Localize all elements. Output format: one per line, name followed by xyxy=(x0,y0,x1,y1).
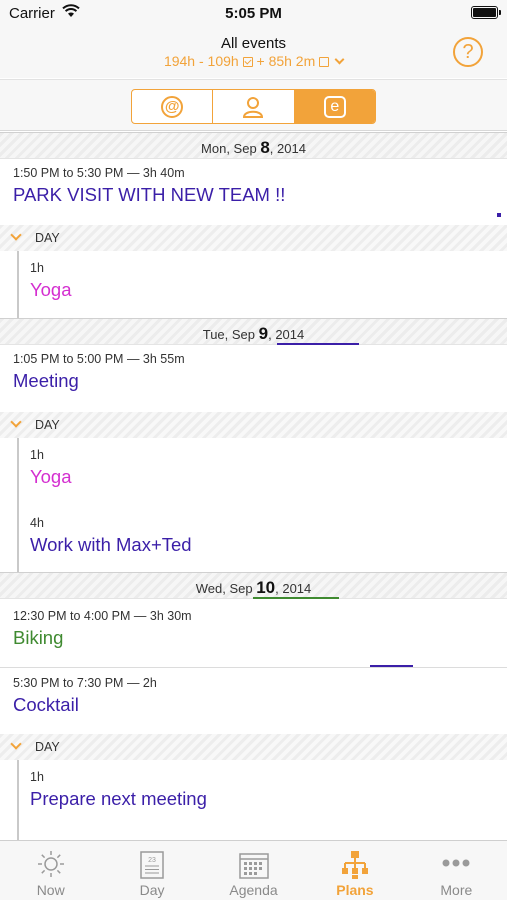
chevron-down-icon xyxy=(10,229,22,241)
nav-header: All events 194h - 109h + 85h 2m ? xyxy=(0,28,507,78)
segment-at[interactable]: @ xyxy=(132,90,214,123)
day-band[interactable]: DAY xyxy=(0,734,507,760)
segment-events[interactable]: e xyxy=(294,90,375,123)
date-day: 9 xyxy=(258,324,269,343)
item-duration: 1h xyxy=(30,448,44,462)
event-time: 1:05 PM to 5:00 PM — 3h 55m xyxy=(13,352,185,366)
tab-agenda[interactable]: Agenda xyxy=(203,841,304,900)
event-time: 5:30 PM to 7:30 PM — 2h xyxy=(13,676,157,690)
tab-day[interactable]: 23 Day xyxy=(101,841,202,900)
tab-bar: Now 23 Day Agenda Plans More xyxy=(0,840,507,900)
help-icon[interactable]: ? xyxy=(453,37,483,67)
tab-now[interactable]: Now xyxy=(0,841,101,900)
tab-more[interactable]: More xyxy=(406,841,507,900)
day-label: DAY xyxy=(35,231,60,245)
day-label: DAY xyxy=(35,740,60,754)
event-row[interactable]: 5:30 PM to 7:30 PM — 2h Cocktail xyxy=(0,668,507,730)
total-hours: 194h xyxy=(163,53,196,69)
event-title: Cocktail xyxy=(13,694,79,715)
person-icon xyxy=(243,96,264,118)
calendar-grid-icon xyxy=(238,853,269,879)
tab-label: Day xyxy=(139,882,165,898)
day-band[interactable]: DAY xyxy=(0,225,507,251)
item-title[interactable]: Yoga xyxy=(30,279,72,301)
tab-label: Agenda xyxy=(229,882,278,898)
date-header: Tue, Sep 9, 2014 xyxy=(0,318,507,345)
day-items: 1h Yoga xyxy=(0,251,507,318)
day-rail xyxy=(17,251,19,318)
date-day: 8 xyxy=(260,138,270,157)
event-list[interactable]: Mon, Sep 8, 2014 1:50 PM to 5:30 PM — 3h… xyxy=(0,132,507,840)
item-title[interactable]: Work with Max+Ted xyxy=(30,534,192,556)
day-label: DAY xyxy=(35,418,60,432)
clock-time: 5:05 PM xyxy=(225,5,282,22)
day-rail xyxy=(17,760,19,840)
segment-person[interactable] xyxy=(213,90,295,123)
checked-box-icon xyxy=(242,57,253,67)
hours-summary[interactable]: 194h - 109h + 85h 2m xyxy=(0,53,507,69)
tab-label: Plans xyxy=(336,882,374,898)
page-title: All events xyxy=(220,35,287,52)
tab-label: More xyxy=(440,882,473,898)
status-bar: Carrier 5:05 PM xyxy=(0,0,507,28)
remaining-hours: 85h 2m xyxy=(268,53,316,69)
day-items: 1h Yoga 4h Work with Max+Ted xyxy=(0,438,507,572)
day-rail xyxy=(17,438,19,572)
item-title[interactable]: Yoga xyxy=(30,466,72,488)
view-segmented-control: @ e xyxy=(131,89,376,124)
item-duration: 1h xyxy=(30,770,44,784)
org-chart-icon xyxy=(341,851,368,879)
chevron-down-icon xyxy=(10,416,22,428)
event-time: 12:30 PM to 4:00 PM — 3h 30m xyxy=(13,609,192,623)
tab-plans[interactable]: Plans xyxy=(304,841,405,900)
item-duration: 1h xyxy=(30,261,44,275)
date-header: Mon, Sep 8, 2014 xyxy=(0,132,507,159)
date-header: Wed, Sep 10, 2014 xyxy=(0,572,507,599)
event-title: Meeting xyxy=(13,370,79,391)
tab-label: Now xyxy=(36,882,65,898)
item-duration: 4h xyxy=(30,516,44,530)
at-sign-icon: @ xyxy=(161,95,184,118)
empty-box-icon xyxy=(319,57,330,67)
day-band[interactable]: DAY xyxy=(0,412,507,438)
event-row[interactable]: 1:50 PM to 5:30 PM — 3h 40m PARK VISIT W… xyxy=(0,159,507,230)
ellipsis-icon xyxy=(442,859,470,867)
day-items: 1h Prepare next meeting xyxy=(0,760,507,840)
progress-marker xyxy=(497,213,501,217)
event-row[interactable]: 1:05 PM to 5:00 PM — 3h 55m Meeting xyxy=(0,345,507,408)
sun-icon xyxy=(37,851,64,877)
filter-bar: @ e xyxy=(0,79,507,131)
chevron-down-icon xyxy=(10,738,22,750)
calendar-day-icon: 23 xyxy=(140,851,164,879)
date-day: 10 xyxy=(256,578,276,597)
done-hours: 109h xyxy=(207,53,239,69)
event-row[interactable]: 12:30 PM to 4:00 PM — 3h 30m Biking xyxy=(0,599,507,667)
event-e-icon: e xyxy=(323,95,346,118)
event-time: 1:50 PM to 5:30 PM — 3h 40m xyxy=(13,166,185,180)
svg-text:23: 23 xyxy=(148,857,156,864)
item-title[interactable]: Prepare next meeting xyxy=(30,788,207,810)
event-title: Biking xyxy=(13,627,64,648)
battery-icon xyxy=(471,6,501,19)
chevron-down-icon xyxy=(334,54,345,65)
event-title: PARK VISIT WITH NEW TEAM !! xyxy=(13,184,286,205)
